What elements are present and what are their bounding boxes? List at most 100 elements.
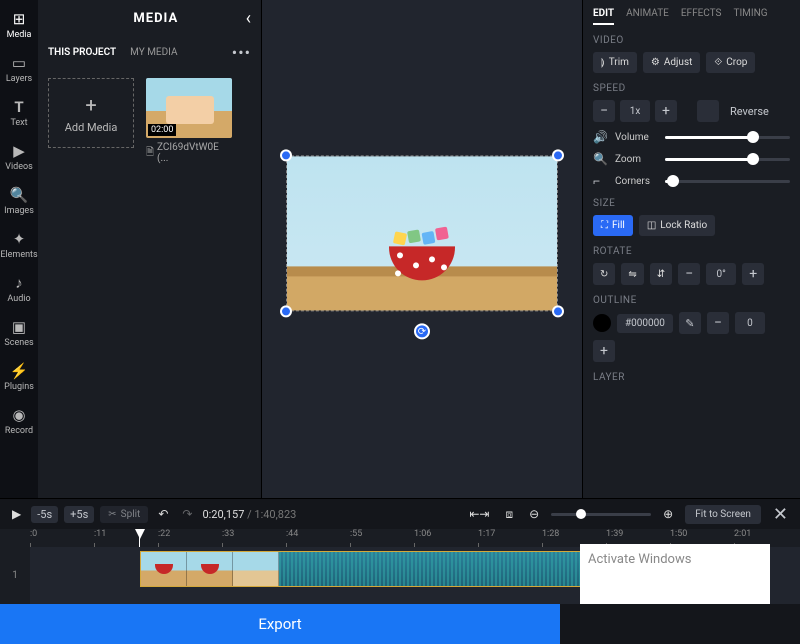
rail-scenes[interactable]: ▣Scenes xyxy=(1,312,37,354)
tab-edit[interactable]: EDIT xyxy=(593,8,614,25)
timecode: 0:20,157 / 1:40,823 xyxy=(202,508,296,521)
timeline-clip[interactable] xyxy=(140,551,628,587)
export-button[interactable]: Export xyxy=(0,604,560,644)
media-item[interactable]: 02:00 🗎ZCI69dVtW0E (... xyxy=(146,78,232,164)
rotate-minus-button[interactable]: − xyxy=(678,263,700,285)
rotate-plus-button[interactable]: + xyxy=(742,263,764,285)
videos-icon: ▶ xyxy=(13,142,25,160)
tick: 2:01 xyxy=(734,529,751,539)
canvas[interactable]: ⟳ xyxy=(262,0,582,498)
resize-handle-tl[interactable] xyxy=(280,149,292,161)
tick: :11 xyxy=(94,529,106,539)
rail-label: Images xyxy=(4,206,34,216)
snap-icon[interactable]: ⇤⇥ xyxy=(465,505,493,523)
outline-minus-button[interactable]: − xyxy=(707,312,729,334)
video-frame[interactable] xyxy=(286,155,558,311)
crop-button[interactable]: ⟐Crop xyxy=(706,52,755,73)
corners-slider[interactable] xyxy=(665,180,790,183)
tab-this-project[interactable]: THIS PROJECT xyxy=(48,47,116,58)
playhead[interactable] xyxy=(135,529,145,539)
rail-label: Plugins xyxy=(4,382,34,392)
seek-back-button[interactable]: -5s xyxy=(31,506,58,523)
undo-button[interactable]: ↶ xyxy=(154,505,172,523)
layers-icon: ▭ xyxy=(12,54,26,72)
zoom-label: Zoom xyxy=(615,154,657,165)
activate-windows-text: Activate Windows xyxy=(588,552,762,567)
section-speed: SPEED xyxy=(593,83,790,94)
split-button[interactable]: ✂Split xyxy=(100,506,148,523)
rail-media[interactable]: ⊞Media xyxy=(1,4,37,46)
eyedropper-button[interactable]: ✎ xyxy=(679,312,701,334)
tab-timing[interactable]: TIMING xyxy=(733,8,767,25)
lock-ratio-button[interactable]: ◫Lock Ratio xyxy=(639,215,715,236)
resize-handle-bl[interactable] xyxy=(280,305,292,317)
outline-plus-button[interactable]: + xyxy=(593,340,615,362)
images-icon: 🔍 xyxy=(10,186,29,204)
adjust-button[interactable]: ⚙Adjust xyxy=(643,52,700,73)
seek-forward-button[interactable]: +5s xyxy=(64,506,94,523)
media-filename: ZCI69dVtW0E (... xyxy=(157,142,232,164)
audio-icon: ♪ xyxy=(15,274,23,292)
properties-panel: EDIT ANIMATE EFFECTS TIMING VIDEO ⟭Trim … xyxy=(582,0,800,498)
reverse-checkbox[interactable] xyxy=(697,100,719,122)
rail-label: Text xyxy=(10,118,27,128)
flip-v-button[interactable]: ⇵ xyxy=(650,263,672,285)
track-number: 1 xyxy=(0,547,30,604)
resize-handle-br[interactable] xyxy=(552,305,564,317)
add-media-label: Add Media xyxy=(65,121,118,134)
tool-rail: ⊞Media ▭Layers T Text ▶Videos 🔍 Images ✦El… xyxy=(0,0,38,498)
section-size: SIZE xyxy=(593,198,790,209)
collapse-panel-icon[interactable]: ‹ xyxy=(246,8,251,29)
fit-to-screen-button[interactable]: Fit to Screen xyxy=(685,505,761,524)
outline-color-chip[interactable] xyxy=(593,314,611,332)
volume-slider[interactable] xyxy=(665,136,790,139)
record-icon: ◉ xyxy=(12,406,25,424)
rail-plugins[interactable]: ⚡Plugins xyxy=(1,356,37,398)
fill-icon: ⛶ xyxy=(601,220,608,231)
magnet-icon[interactable]: ⧈ xyxy=(501,505,517,524)
timeline-zoom-slider[interactable] xyxy=(551,513,651,516)
speed-plus-button[interactable]: + xyxy=(655,100,677,122)
section-outline: OUTLINE xyxy=(593,295,790,306)
flip-h-button[interactable]: ⇋ xyxy=(621,263,643,285)
rail-layers[interactable]: ▭Layers xyxy=(1,48,37,90)
text-icon: T xyxy=(14,98,23,116)
resize-handle-tr[interactable] xyxy=(552,149,564,161)
tab-my-media[interactable]: MY MEDIA xyxy=(130,47,177,58)
rail-text[interactable]: T Text xyxy=(1,92,37,134)
scissors-icon: ✂ xyxy=(108,509,116,520)
tab-animate[interactable]: ANIMATE xyxy=(626,8,669,25)
zoom-out-button[interactable]: ⊖ xyxy=(525,505,543,523)
close-timeline-button[interactable]: ✕ xyxy=(769,504,792,525)
rail-audio[interactable]: ♪Audio xyxy=(1,268,37,310)
add-media-button[interactable]: + Add Media xyxy=(48,78,134,148)
rail-images[interactable]: 🔍 Images xyxy=(1,180,37,222)
corners-label: Corners xyxy=(615,176,657,187)
zoom-slider[interactable] xyxy=(665,158,790,161)
volume-label: Volume xyxy=(615,132,657,143)
tick: 1:50 xyxy=(670,529,687,539)
play-button[interactable]: ▶ xyxy=(8,505,25,523)
redo-button[interactable]: ↷ xyxy=(178,505,196,523)
rotate-handle[interactable]: ⟳ xyxy=(414,323,430,339)
selected-element[interactable]: ⟳ xyxy=(286,155,558,311)
rotate-value: 0° xyxy=(706,263,736,285)
section-layer: LAYER xyxy=(593,372,790,383)
elements-icon: ✦ xyxy=(13,230,26,248)
lock-icon: ◫ xyxy=(647,220,656,231)
tab-effects[interactable]: EFFECTS xyxy=(681,8,722,25)
zoom-in-button[interactable]: ⊕ xyxy=(659,505,677,523)
rail-record[interactable]: ◉Record xyxy=(1,400,37,442)
speed-minus-button[interactable]: − xyxy=(593,100,615,122)
trim-button[interactable]: ⟭Trim xyxy=(593,52,637,73)
rotate-cw-button[interactable]: ↻ xyxy=(593,263,615,285)
outline-color-hex[interactable]: #000000 xyxy=(617,314,673,333)
media-duration: 02:00 xyxy=(148,124,176,136)
rail-videos[interactable]: ▶Videos xyxy=(1,136,37,178)
rail-elements[interactable]: ✦Elements xyxy=(1,224,37,266)
fill-button[interactable]: ⛶Fill xyxy=(593,215,633,236)
more-menu-icon[interactable]: ••• xyxy=(232,43,251,62)
activate-windows-overlay: Activate Windows xyxy=(580,544,770,604)
tick: 1:28 xyxy=(542,529,559,539)
speed-value: 1x xyxy=(620,100,650,122)
